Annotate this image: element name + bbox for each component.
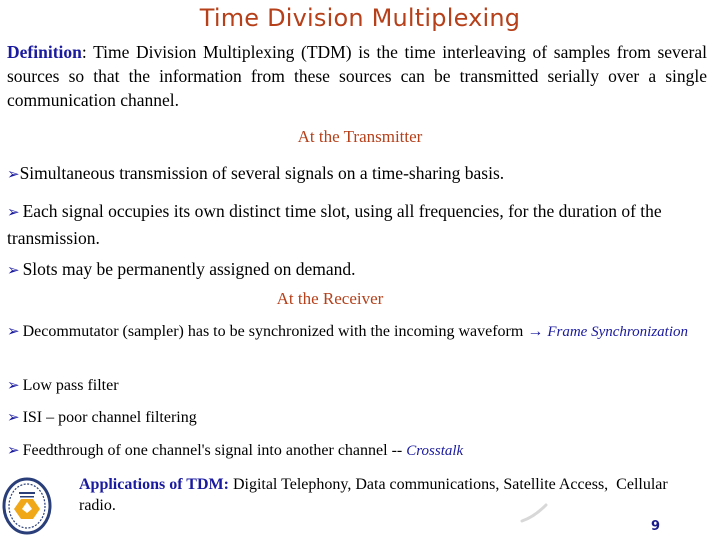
university-seal-logo [2,477,52,535]
transmitter-bullet: ➢ Each signal occupies its own distinct t… [7,199,712,251]
bullet-text: Simultaneous transmission of several sig… [19,163,505,183]
page-number: 9 [651,519,661,534]
arrowhead-bullet-icon: ➢ [7,410,20,426]
arrowhead-bullet-icon: ➢ [7,378,20,394]
arrow-right-icon: → [527,323,544,340]
applications-label: Applications of TDM: [79,476,229,493]
definition-text: Time Division Multiplexing (TDM) is the … [7,42,708,110]
bullet-text: Decommutator (sampler) has to be synchro… [22,323,528,340]
definition-separator: : [81,42,94,62]
bullet-text: Low pass filter [22,377,119,394]
bullet-text: Each signal occupies its own distinct ti… [7,201,662,248]
arrowhead-bullet-icon: ➢ [7,167,20,183]
definition-paragraph: Definition: Time Division Multiplexing (… [7,40,707,112]
bullet-emphasis: Frame Synchronization [547,324,689,340]
arrowhead-bullet-icon: ➢ [7,205,20,221]
bullet-text: Slots may be permanently assigned on dem… [22,259,356,279]
decorative-swoosh-icon [520,503,550,523]
transmitter-bullet: ➢ Slots may be permanently assigned on de… [7,259,712,281]
definition-label: Definition [7,42,82,62]
receiver-bullet: ➢ Low pass filter [7,376,712,396]
bullet-text: ISI – poor channel filtering [22,409,197,426]
transmitter-heading: At the Transmitter [297,127,423,146]
arrowhead-bullet-icon: ➢ [7,324,20,340]
arrowhead-bullet-icon: ➢ [7,263,20,279]
receiver-bullet: ➢ Feedthrough of one channel's signal int… [7,441,712,461]
transmitter-bullet: ➢Simultaneous transmission of several si… [7,163,712,185]
bullet-emphasis: Crosstalk [406,443,464,459]
arrowhead-bullet-icon: ➢ [7,443,20,459]
applications-paragraph: Applications of TDM: Digital Telephony, … [79,474,699,516]
receiver-heading: At the Receiver [276,289,384,308]
slide-title: Time Division Multiplexing [199,4,521,32]
bullet-text: Feedthrough of one channel's signal into… [22,442,407,459]
receiver-bullet: ➢ ISI – poor channel filtering [7,408,712,428]
receiver-bullet: ➢ Decommutator (sampler) has to be synchr… [7,322,712,342]
